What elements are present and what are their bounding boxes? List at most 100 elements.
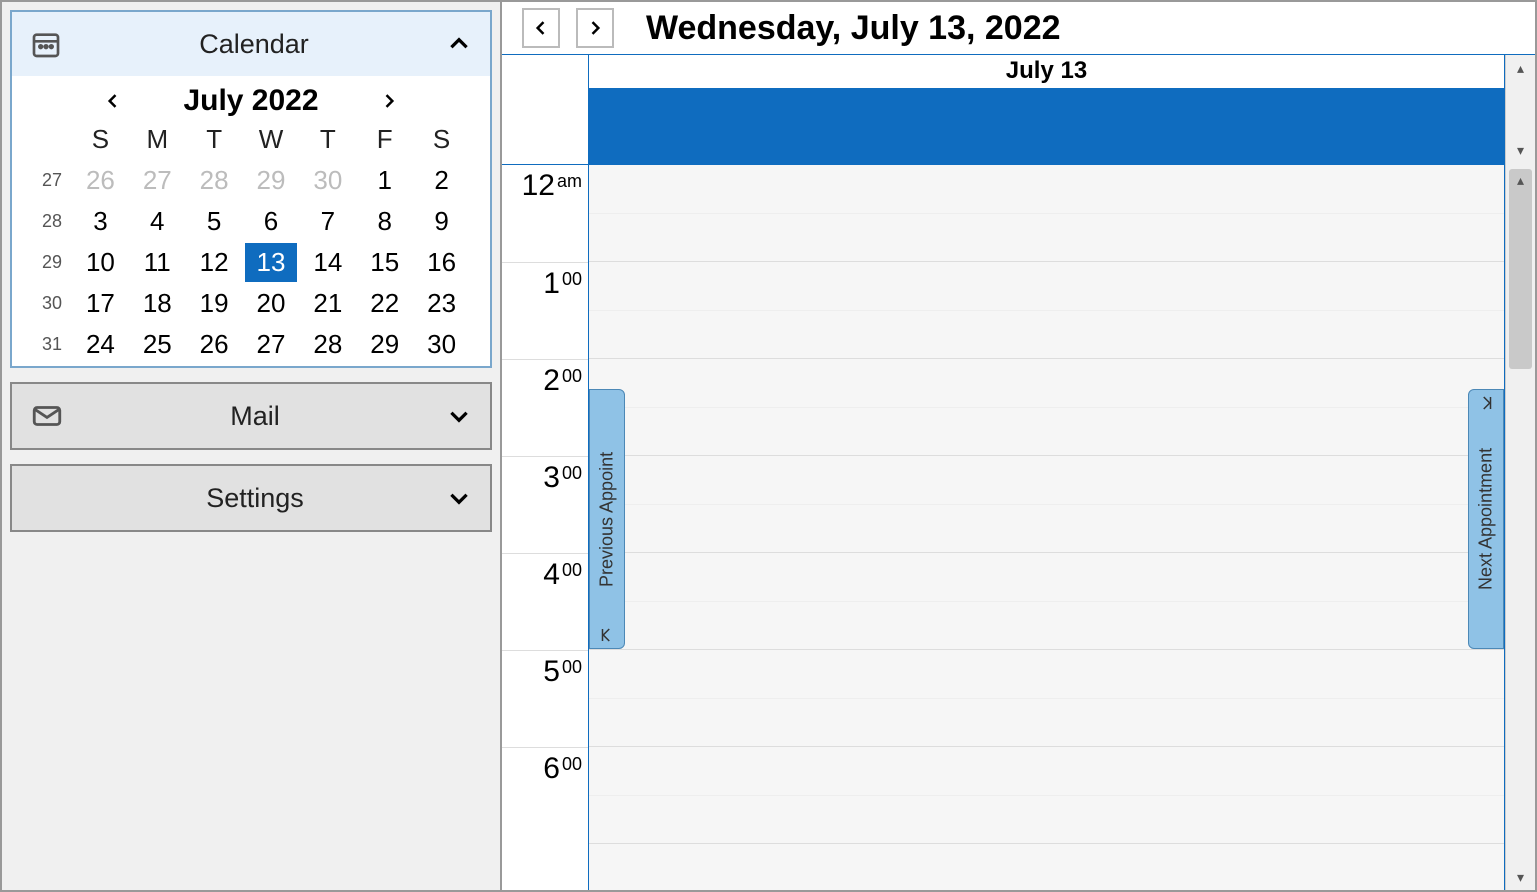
previous-appointment-label: Previous Appoint [597, 451, 618, 586]
calendar-day[interactable]: 21 [299, 284, 356, 323]
calendar-day[interactable]: 11 [129, 243, 186, 282]
calendar-day[interactable]: 15 [356, 243, 413, 282]
prev-month-button[interactable] [103, 89, 123, 113]
mail-icon [30, 399, 64, 433]
calendar-day[interactable]: 16 [413, 243, 470, 282]
settings-label: Settings [64, 483, 446, 514]
mini-calendar: July 2022 SMTWTFS27262728293012283456789… [12, 76, 490, 366]
calendar-day[interactable]: 1 [356, 161, 413, 200]
calendar-day[interactable]: 23 [413, 284, 470, 323]
hour-label: 200 [502, 359, 588, 456]
chevron-down-icon [446, 485, 472, 511]
hour-label: 12am [502, 165, 588, 262]
scroll-up-button[interactable]: ▴ [1506, 55, 1535, 81]
calendar-day[interactable]: 19 [186, 284, 243, 323]
dow-header: T [299, 124, 356, 159]
calendar-day[interactable]: 12 [186, 243, 243, 282]
day-view: July 13 12am100200300400500600 Previous … [502, 54, 1535, 890]
mail-panel-toggle[interactable]: Mail [10, 382, 492, 450]
calendar-day[interactable]: 30 [413, 325, 470, 364]
hour-label: 600 [502, 747, 588, 844]
main-toolbar: Wednesday, July 13, 2022 [502, 2, 1535, 52]
hour-label: 300 [502, 456, 588, 553]
calendar-day[interactable]: 28 [299, 325, 356, 364]
calendar-day[interactable]: 18 [129, 284, 186, 323]
dow-header: S [413, 124, 470, 159]
time-slot[interactable] [589, 747, 1504, 796]
hour-label: 400 [502, 553, 588, 650]
week-number: 29 [32, 252, 72, 273]
calendar-day[interactable]: 29 [356, 325, 413, 364]
hour-label: 500 [502, 650, 588, 747]
calendar-day[interactable]: 20 [243, 284, 300, 323]
main-area: Wednesday, July 13, 2022 July 13 12am100… [502, 2, 1535, 890]
calendar-day[interactable]: 28 [186, 161, 243, 200]
scroll-down-button[interactable]: ▾ [1506, 137, 1535, 163]
settings-panel-toggle[interactable]: Settings [10, 464, 492, 532]
calendar-icon [30, 28, 62, 60]
calendar-day[interactable]: 3 [72, 202, 129, 241]
calendar-day[interactable]: 22 [356, 284, 413, 323]
scrollbar-thumb[interactable] [1509, 169, 1532, 369]
time-slot[interactable] [589, 602, 1504, 651]
mini-month-title: July 2022 [183, 84, 318, 118]
hour-label: 100 [502, 262, 588, 359]
calendar-day[interactable]: 2 [413, 161, 470, 200]
day-header: July 13 [588, 55, 1505, 89]
calendar-day[interactable]: 9 [413, 202, 470, 241]
allday-area[interactable] [588, 89, 1505, 164]
calendar-day[interactable]: 8 [356, 202, 413, 241]
time-slot[interactable] [589, 408, 1504, 457]
week-number: 28 [32, 211, 72, 232]
time-slot[interactable] [589, 699, 1504, 748]
week-number: 27 [32, 170, 72, 191]
dow-header: M [129, 124, 186, 159]
calendar-day[interactable]: 5 [186, 202, 243, 241]
calendar-panel: Calendar July 2022 SMTWTFS27262728293012… [10, 10, 492, 368]
calendar-header[interactable]: Calendar [12, 12, 490, 76]
calendar-day[interactable]: 25 [129, 325, 186, 364]
calendar-day[interactable]: 30 [299, 161, 356, 200]
calendar-day[interactable]: 7 [299, 202, 356, 241]
calendar-day[interactable]: 29 [243, 161, 300, 200]
calendar-day[interactable]: 24 [72, 325, 129, 364]
time-slot[interactable] [589, 311, 1504, 360]
time-slot[interactable] [589, 553, 1504, 602]
prev-day-button[interactable] [522, 8, 560, 48]
time-slot[interactable] [589, 214, 1504, 263]
week-number: 30 [32, 293, 72, 314]
time-slot[interactable] [589, 262, 1504, 311]
time-slot[interactable] [589, 650, 1504, 699]
mini-calendar-grid: SMTWTFS272627282930122834567892910111213… [32, 124, 470, 364]
calendar-day[interactable]: 17 [72, 284, 129, 323]
chevron-down-icon [446, 403, 472, 429]
calendar-title: Calendar [62, 29, 446, 60]
next-day-button[interactable] [576, 8, 614, 48]
calendar-day[interactable]: 26 [186, 325, 243, 364]
time-slot[interactable] [589, 505, 1504, 554]
calendar-day[interactable]: 4 [129, 202, 186, 241]
vertical-scrollbar[interactable]: ▴ ▾ ▴ ▾ [1505, 55, 1535, 890]
time-slot[interactable] [589, 359, 1504, 408]
time-slot[interactable] [589, 456, 1504, 505]
calendar-day[interactable]: 6 [243, 202, 300, 241]
calendar-day[interactable]: 27 [243, 325, 300, 364]
calendar-day[interactable]: 10 [72, 243, 129, 282]
time-slot[interactable] [589, 165, 1504, 214]
scroll-up-button-2[interactable]: ▴ [1506, 167, 1535, 193]
chevron-up-icon[interactable] [446, 31, 472, 57]
previous-appointment-tab[interactable]: Previous Appoint [589, 389, 625, 649]
calendar-day[interactable]: 14 [299, 243, 356, 282]
calendar-day[interactable]: 26 [72, 161, 129, 200]
time-ruler: 12am100200300400500600 [502, 165, 588, 890]
calendar-day[interactable]: 27 [129, 161, 186, 200]
mail-label: Mail [64, 401, 446, 432]
scroll-down-button-2[interactable]: ▾ [1506, 864, 1535, 890]
time-slot[interactable] [589, 796, 1504, 845]
time-grid[interactable] [588, 165, 1505, 890]
next-appointment-tab[interactable]: Next Appointment [1468, 389, 1504, 649]
mini-calendar-nav: July 2022 [32, 76, 470, 124]
next-appointment-label: Next Appointment [1476, 448, 1497, 590]
calendar-day[interactable]: 13 [245, 243, 298, 282]
next-month-button[interactable] [379, 89, 399, 113]
